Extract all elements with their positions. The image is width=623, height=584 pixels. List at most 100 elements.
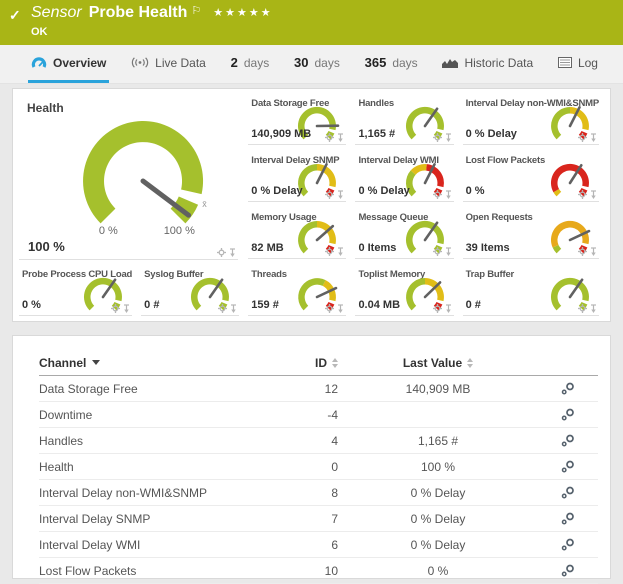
gear-icon[interactable] <box>217 248 226 257</box>
channel-name-link[interactable]: Interval Delay non-WMI&SNMP <box>39 486 207 500</box>
gauge-card[interactable]: Syslog Buffer 0 # <box>141 264 239 316</box>
pin-icon[interactable] <box>337 247 344 256</box>
channel-settings-button[interactable] <box>538 460 598 473</box>
table-row[interactable]: Interval Delay WMI 6 0 % Delay <box>39 532 598 558</box>
channel-name-link[interactable]: Data Storage Free <box>39 382 138 396</box>
gear-icon[interactable] <box>325 247 334 256</box>
table-row[interactable]: Data Storage Free 12 140,909 MB <box>39 376 598 402</box>
tab-overview[interactable]: Overview <box>28 45 109 83</box>
gauge-card[interactable]: Data Storage Free 140,909 MB <box>248 93 346 145</box>
channel-settings-gears-icon <box>561 512 575 525</box>
channel-name-link[interactable]: Downtime <box>39 408 92 422</box>
gauge-card[interactable]: Handles 1,165 # <box>355 93 453 145</box>
priority-stars[interactable]: ★★★★★ <box>213 7 272 19</box>
gauge-card[interactable]: Toplist Memory 0.04 MB <box>355 264 453 316</box>
table-row[interactable]: Downtime -4 <box>39 402 598 428</box>
channel-settings-button[interactable] <box>538 434 598 447</box>
channel-id-cell: 10 <box>278 564 338 578</box>
pin-icon[interactable] <box>123 304 130 313</box>
pin-icon[interactable] <box>445 190 452 199</box>
gear-icon[interactable] <box>578 304 587 313</box>
gear-icon[interactable] <box>111 304 120 313</box>
tab-2-days[interactable]: 2 days <box>228 45 273 83</box>
gear-icon[interactable] <box>433 247 442 256</box>
pin-icon[interactable] <box>229 248 236 257</box>
channel-settings-button[interactable] <box>538 512 598 525</box>
tab-log[interactable]: Log <box>555 45 601 83</box>
gear-icon[interactable] <box>433 133 442 142</box>
table-row[interactable]: Health 0 100 % <box>39 454 598 480</box>
gear-icon[interactable] <box>325 304 334 313</box>
pin-icon[interactable] <box>445 133 452 142</box>
tab-365-days[interactable]: 365 days <box>362 45 421 83</box>
channel-table-body: Data Storage Free 12 140,909 MB Downtime… <box>39 376 598 584</box>
pin-icon[interactable] <box>445 304 452 313</box>
gauge-actions <box>325 304 344 313</box>
gauge-value: 0.04 MB <box>358 299 400 311</box>
gear-icon[interactable] <box>578 247 587 256</box>
gear-icon[interactable] <box>578 190 587 199</box>
pin-icon[interactable] <box>590 133 597 142</box>
gauge-actions <box>578 133 597 142</box>
pin-icon[interactable] <box>337 304 344 313</box>
tab-live-data[interactable]: Live Data <box>128 45 209 83</box>
channel-settings-button[interactable] <box>538 408 598 421</box>
gauge-actions <box>325 247 344 256</box>
table-row[interactable]: Interval Delay non-WMI&SNMP 8 0 % Delay <box>39 480 598 506</box>
channel-name-link[interactable]: Health <box>39 460 74 474</box>
gear-icon[interactable] <box>578 133 587 142</box>
gauge-value: 0 % Delay <box>251 185 302 197</box>
channel-name-link[interactable]: Handles <box>39 434 83 448</box>
pin-icon[interactable] <box>230 304 237 313</box>
gauge-card[interactable]: Message Queue 0 Items <box>355 207 453 259</box>
priority-flag-icon[interactable]: ⚐ <box>191 5 201 17</box>
gear-icon[interactable] <box>325 190 334 199</box>
gear-icon[interactable] <box>433 304 442 313</box>
pin-icon[interactable] <box>337 190 344 199</box>
gear-icon[interactable] <box>325 133 334 142</box>
table-row[interactable]: Lost Flow Packets 10 0 % <box>39 558 598 584</box>
gauge-card[interactable]: Interval Delay WMI 0 % Delay <box>355 150 453 202</box>
pin-icon[interactable] <box>445 247 452 256</box>
channel-settings-button[interactable] <box>538 538 598 551</box>
channel-name-link[interactable]: Interval Delay SNMP <box>39 512 150 526</box>
tab-30-days[interactable]: 30 days <box>291 45 343 83</box>
tab-30-days-unit: days <box>314 56 339 70</box>
channel-settings-button[interactable] <box>538 564 598 577</box>
gauge-card[interactable]: Trap Buffer 0 # <box>463 264 599 316</box>
gear-icon[interactable] <box>218 304 227 313</box>
gauge-card[interactable]: Memory Usage 82 MB <box>248 207 346 259</box>
table-row[interactable]: Handles 4 1,165 # <box>39 428 598 454</box>
health-gauge-card[interactable]: Health 0 % 100 % x̄ 100 % <box>19 93 238 260</box>
gauge-card[interactable]: Open Requests 39 Items <box>463 207 599 259</box>
column-header-channel[interactable]: Channel <box>39 356 278 370</box>
gauge-actions <box>433 304 452 313</box>
column-header-last-value[interactable]: Last Value <box>338 356 538 370</box>
channel-settings-button[interactable] <box>538 486 598 499</box>
pin-icon[interactable] <box>590 190 597 199</box>
channel-last-value-cell: 0 % Delay <box>338 538 538 552</box>
live-data-icon <box>131 57 149 68</box>
channel-settings-button[interactable] <box>538 382 598 395</box>
column-header-channel-label: Channel <box>39 356 86 370</box>
channel-id-cell: 6 <box>278 538 338 552</box>
pin-icon[interactable] <box>590 247 597 256</box>
gauge-card[interactable]: Lost Flow Packets 0 % <box>463 150 599 202</box>
channel-name-link[interactable]: Lost Flow Packets <box>39 564 136 578</box>
health-gauge-chart <box>58 103 228 235</box>
gauge-card[interactable]: Probe Process CPU Load 0 % <box>19 264 132 316</box>
tab-historic-data[interactable]: Historic Data <box>439 45 536 83</box>
gear-icon[interactable] <box>433 190 442 199</box>
pin-icon[interactable] <box>590 304 597 313</box>
channel-settings-gears-icon <box>561 486 575 499</box>
pin-icon[interactable] <box>337 133 344 142</box>
gauge-card[interactable]: Interval Delay SNMP 0 % Delay <box>248 150 346 202</box>
gauge-card[interactable]: Interval Delay non-WMI&SNMP 0 % Delay <box>463 93 599 145</box>
gauge-card[interactable]: Threads 159 # <box>248 264 346 316</box>
tab-365-days-unit: days <box>392 56 417 70</box>
table-row[interactable]: Interval Delay SNMP 7 0 % Delay <box>39 506 598 532</box>
sensor-header-bar: ✓ SensorProbe Health⚐★★★★★ OK <box>0 0 623 45</box>
column-header-id[interactable]: ID <box>278 356 338 370</box>
sort-arrows-icon <box>467 358 473 368</box>
channel-name-link[interactable]: Interval Delay WMI <box>39 538 140 552</box>
